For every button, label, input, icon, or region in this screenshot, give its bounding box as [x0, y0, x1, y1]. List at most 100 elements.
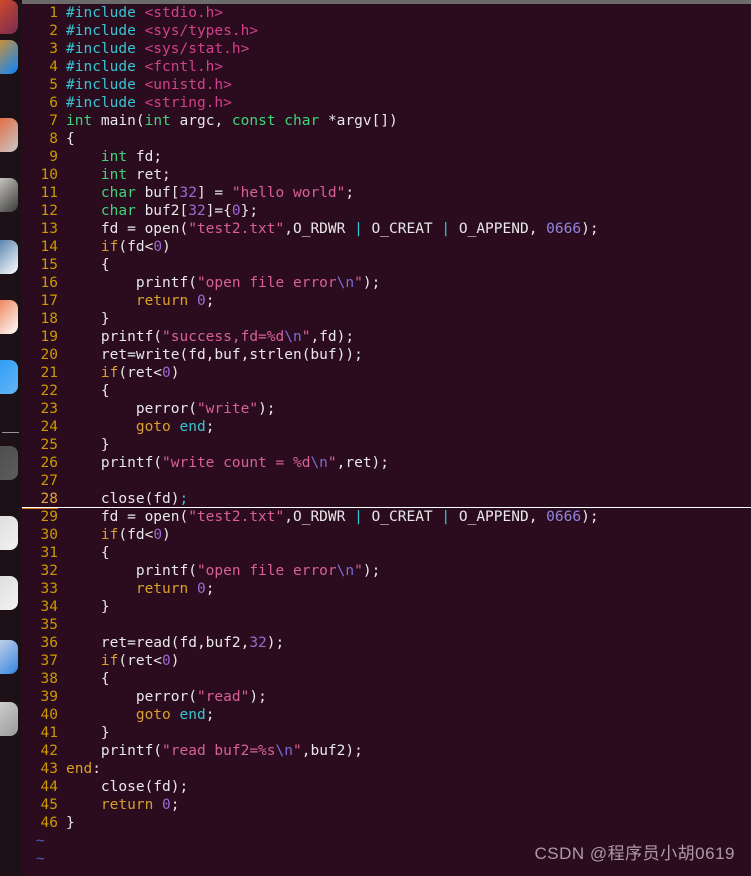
- code-line[interactable]: 10 int ret;: [22, 166, 751, 184]
- code-line[interactable]: 32 printf("open file error\n");: [22, 562, 751, 580]
- line-content[interactable]: {: [66, 131, 75, 147]
- line-content[interactable]: #include <string.h>: [66, 95, 232, 111]
- code-line[interactable]: 6 #include <string.h>: [22, 94, 751, 112]
- ubuntu-software-icon[interactable]: [0, 0, 18, 34]
- vim-editor[interactable]: 1 #include <stdio.h> 2 #include <sys/types.…: [22, 4, 751, 876]
- code-line[interactable]: 1 #include <stdio.h>: [22, 4, 751, 22]
- disk-icon-2[interactable]: [0, 576, 18, 610]
- line-content[interactable]: close(fd);: [66, 491, 188, 507]
- code-line[interactable]: 5 #include <unistd.h>: [22, 76, 751, 94]
- line-content[interactable]: fd = open("test2.txt",O_RDWR | O_CREAT |…: [66, 221, 599, 237]
- code-line[interactable]: 45 return 0;: [22, 796, 751, 814]
- line-content[interactable]: return 0;: [66, 293, 215, 309]
- rhythmbox-icon[interactable]: [0, 178, 18, 212]
- code-line[interactable]: 35: [22, 616, 751, 634]
- line-content[interactable]: int fd;: [66, 149, 162, 165]
- code-line[interactable]: 24 goto end;: [22, 418, 751, 436]
- code-line[interactable]: 15 {: [22, 256, 751, 274]
- text-editor-icon[interactable]: [0, 640, 18, 674]
- line-content[interactable]: #include <sys/stat.h>: [66, 41, 249, 57]
- line-content[interactable]: ret=write(fd,buf,strlen(buf));: [66, 347, 363, 363]
- code-line[interactable]: 11 char buf[32] = "hello world";: [22, 184, 751, 202]
- line-content[interactable]: {: [66, 671, 110, 687]
- line-content[interactable]: fd = open("test2.txt",O_RDWR | O_CREAT |…: [66, 509, 599, 525]
- code-line[interactable]: 30 if(fd<0): [22, 526, 751, 544]
- code-line[interactable]: 28 close(fd);: [22, 490, 751, 509]
- line-content[interactable]: int main(int argc, const char *argv[]): [66, 113, 398, 129]
- line-content[interactable]: char buf[32] = "hello world";: [66, 185, 354, 201]
- code-line[interactable]: 46}: [22, 814, 751, 832]
- code-line[interactable]: 40 goto end;: [22, 706, 751, 724]
- line-content[interactable]: perror("write");: [66, 401, 276, 417]
- code-line[interactable]: 4 #include <fcntl.h>: [22, 58, 751, 76]
- code-line[interactable]: 20 ret=write(fd,buf,strlen(buf));: [22, 346, 751, 364]
- code-line[interactable]: 18 }: [22, 310, 751, 328]
- code-line[interactable]: 7 int main(int argc, const char *argv[]): [22, 112, 751, 130]
- code-line[interactable]: 17 return 0;: [22, 292, 751, 310]
- firefox-icon[interactable]: [0, 40, 18, 74]
- line-content[interactable]: }: [66, 599, 110, 615]
- line-content[interactable]: int ret;: [66, 167, 171, 183]
- line-content[interactable]: #include <unistd.h>: [66, 77, 232, 93]
- line-content[interactable]: char buf2[32]={0};: [66, 203, 258, 219]
- line-content[interactable]: end:: [66, 761, 101, 777]
- code-line[interactable]: 39 perror("read");: [22, 688, 751, 706]
- terminal-icon[interactable]: [0, 446, 18, 480]
- help-icon[interactable]: [0, 360, 18, 394]
- files-icon[interactable]: [0, 118, 18, 152]
- ubuntu-dock[interactable]: [0, 0, 22, 876]
- code-lines[interactable]: 1 #include <stdio.h> 2 #include <sys/types.…: [22, 4, 751, 832]
- code-line[interactable]: 31 {: [22, 544, 751, 562]
- code-line[interactable]: 12 char buf2[32]={0};: [22, 202, 751, 220]
- code-line[interactable]: 22 {: [22, 382, 751, 400]
- line-content[interactable]: }: [66, 437, 110, 453]
- line-content[interactable]: perror("read");: [66, 689, 267, 705]
- code-line[interactable]: 37 if(ret<0): [22, 652, 751, 670]
- code-line[interactable]: 42 printf("read buf2=%s\n",buf2);: [22, 742, 751, 760]
- line-content[interactable]: {: [66, 545, 110, 561]
- line-content[interactable]: #include <sys/types.h>: [66, 23, 258, 39]
- code-line[interactable]: 13 fd = open("test2.txt",O_RDWR | O_CREA…: [22, 220, 751, 238]
- line-content[interactable]: ret=read(fd,buf2,32);: [66, 635, 284, 651]
- code-line[interactable]: 23 perror("write");: [22, 400, 751, 418]
- libreoffice-writer-icon[interactable]: [0, 240, 18, 274]
- line-content[interactable]: if(fd<0): [66, 239, 171, 255]
- archive-manager-icon[interactable]: [0, 702, 18, 736]
- line-content[interactable]: {: [66, 257, 110, 273]
- line-content[interactable]: printf("write count = %d\n",ret);: [66, 455, 389, 471]
- code-line[interactable]: 36 ret=read(fd,buf2,32);: [22, 634, 751, 652]
- line-content[interactable]: return 0;: [66, 581, 215, 597]
- code-line[interactable]: 21 if(ret<0): [22, 364, 751, 382]
- code-line[interactable]: 27: [22, 472, 751, 490]
- line-content[interactable]: if(ret<0): [66, 653, 180, 669]
- code-line[interactable]: 19 printf("success,fd=%d\n",fd);: [22, 328, 751, 346]
- line-content[interactable]: return 0;: [66, 797, 180, 813]
- code-line[interactable]: 9 int fd;: [22, 148, 751, 166]
- line-content[interactable]: #include <fcntl.h>: [66, 59, 223, 75]
- code-line[interactable]: 14 if(fd<0): [22, 238, 751, 256]
- line-content[interactable]: }: [66, 815, 75, 831]
- line-content[interactable]: printf("success,fd=%d\n",fd);: [66, 329, 354, 345]
- libreoffice-impress-icon[interactable]: [0, 300, 18, 334]
- code-line[interactable]: 33 return 0;: [22, 580, 751, 598]
- line-content[interactable]: #include <stdio.h>: [66, 5, 223, 21]
- code-line[interactable]: 25 }: [22, 436, 751, 454]
- code-line[interactable]: 44 close(fd);: [22, 778, 751, 796]
- line-content[interactable]: goto end;: [66, 419, 215, 435]
- line-content[interactable]: }: [66, 311, 110, 327]
- code-line[interactable]: 3 #include <sys/stat.h>: [22, 40, 751, 58]
- disk-icon-1[interactable]: [0, 516, 18, 550]
- line-content[interactable]: {: [66, 383, 110, 399]
- code-line[interactable]: 29 fd = open("test2.txt",O_RDWR | O_CREA…: [22, 508, 751, 526]
- code-line[interactable]: 43 end:: [22, 760, 751, 778]
- line-content[interactable]: close(fd);: [66, 779, 188, 795]
- code-line[interactable]: 38 {: [22, 670, 751, 688]
- line-content[interactable]: }: [66, 725, 110, 741]
- line-content[interactable]: if(fd<0): [66, 527, 171, 543]
- line-content[interactable]: if(ret<0): [66, 365, 180, 381]
- code-line[interactable]: 2 #include <sys/types.h>: [22, 22, 751, 40]
- line-content[interactable]: printf("read buf2=%s\n",buf2);: [66, 743, 363, 759]
- line-content[interactable]: printf("open file error\n");: [66, 563, 380, 579]
- code-line[interactable]: 8{: [22, 130, 751, 148]
- code-line[interactable]: 26 printf("write count = %d\n",ret);: [22, 454, 751, 472]
